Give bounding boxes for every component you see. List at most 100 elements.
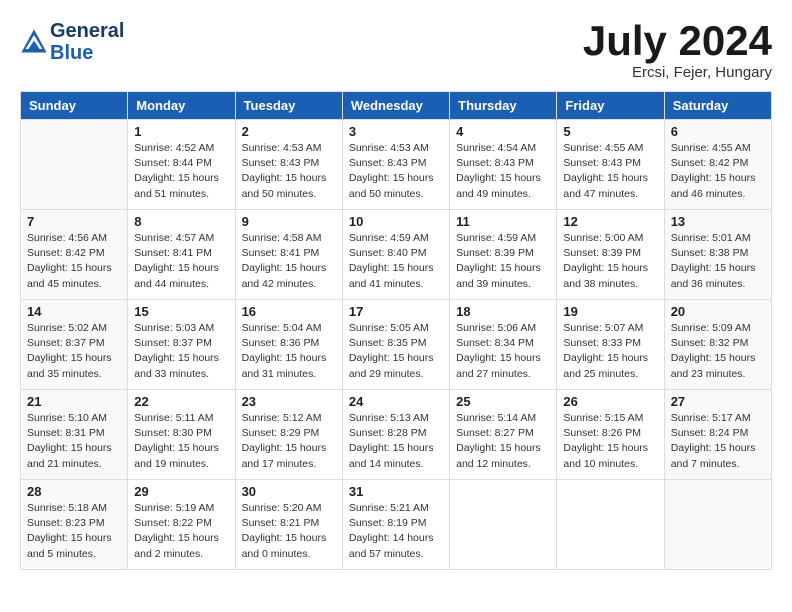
- day-number: 24: [349, 394, 443, 409]
- calendar-cell: [21, 120, 128, 210]
- calendar-cell: 14 Sunrise: 5:02 AM Sunset: 8:37 PM Dayli…: [21, 300, 128, 390]
- day-number: 28: [27, 484, 121, 499]
- col-header-tuesday: Tuesday: [235, 92, 342, 120]
- calendar-cell: 24 Sunrise: 5:13 AM Sunset: 8:28 PM Dayli…: [342, 390, 449, 480]
- day-info: Sunrise: 4:56 AM Sunset: 8:42 PM Dayligh…: [27, 231, 121, 292]
- calendar-week-row: 14 Sunrise: 5:02 AM Sunset: 8:37 PM Dayli…: [21, 300, 772, 390]
- calendar-cell: 31Sunrise: 5:21 AM Sunset: 8:19 PM Dayli…: [342, 480, 449, 570]
- day-info: Sunrise: 4:58 AM Sunset: 8:41 PM Dayligh…: [242, 231, 336, 292]
- day-number: 9: [242, 214, 336, 229]
- day-number: 19: [563, 304, 657, 319]
- day-number: 18: [456, 304, 550, 319]
- calendar-week-row: 7 Sunrise: 4:56 AM Sunset: 8:42 PM Daylig…: [21, 210, 772, 300]
- calendar-cell: 8Sunrise: 4:57 AM Sunset: 8:41 PM Daylig…: [128, 210, 235, 300]
- calendar-cell: 17 Sunrise: 5:05 AM Sunset: 8:35 PM Dayli…: [342, 300, 449, 390]
- calendar-cell: 25 Sunrise: 5:14 AM Sunset: 8:27 PM Dayli…: [450, 390, 557, 480]
- day-info: Sunrise: 5:09 AM Sunset: 8:32 PM Dayligh…: [671, 321, 765, 382]
- col-header-thursday: Thursday: [450, 92, 557, 120]
- day-info: Sunrise: 4:59 AM Sunset: 8:39 PM Dayligh…: [456, 231, 550, 292]
- calendar-cell: 28 Sunrise: 5:18 AM Sunset: 8:23 PM Dayli…: [21, 480, 128, 570]
- day-number: 11: [456, 214, 550, 229]
- calendar-cell: 11 Sunrise: 4:59 AM Sunset: 8:39 PM Dayli…: [450, 210, 557, 300]
- calendar-week-row: 21Sunrise: 5:10 AM Sunset: 8:31 PM Dayli…: [21, 390, 772, 480]
- day-number: 17: [349, 304, 443, 319]
- calendar-cell: 2 Sunrise: 4:53 AM Sunset: 8:43 PM Daylig…: [235, 120, 342, 210]
- day-number: 16: [242, 304, 336, 319]
- day-info: Sunrise: 5:11 AM Sunset: 8:30 PM Dayligh…: [134, 411, 228, 472]
- calendar-cell: 6 Sunrise: 4:55 AM Sunset: 8:42 PM Daylig…: [664, 120, 771, 210]
- day-number: 23: [242, 394, 336, 409]
- calendar-cell: 12Sunrise: 5:00 AM Sunset: 8:39 PM Dayli…: [557, 210, 664, 300]
- calendar-cell: 20Sunrise: 5:09 AM Sunset: 8:32 PM Dayli…: [664, 300, 771, 390]
- day-number: 2: [242, 124, 336, 139]
- calendar-cell: 13 Sunrise: 5:01 AM Sunset: 8:38 PM Dayli…: [664, 210, 771, 300]
- page-header: General Blue July 2024 Ercsi, Fejer, Hun…: [20, 20, 772, 81]
- calendar-cell: 26 Sunrise: 5:15 AM Sunset: 8:26 PM Dayli…: [557, 390, 664, 480]
- calendar-cell: [450, 480, 557, 570]
- calendar-cell: 4Sunrise: 4:54 AM Sunset: 8:43 PM Daylig…: [450, 120, 557, 210]
- day-info: Sunrise: 5:12 AM Sunset: 8:29 PM Dayligh…: [242, 411, 336, 472]
- calendar-cell: 16 Sunrise: 5:04 AM Sunset: 8:36 PM Dayli…: [235, 300, 342, 390]
- day-info: Sunrise: 5:10 AM Sunset: 8:31 PM Dayligh…: [27, 411, 121, 472]
- logo-icon: [20, 28, 48, 56]
- logo-blue: Blue: [50, 42, 124, 64]
- calendar-cell: 19Sunrise: 5:07 AM Sunset: 8:33 PM Dayli…: [557, 300, 664, 390]
- day-info: Sunrise: 5:04 AM Sunset: 8:36 PM Dayligh…: [242, 321, 336, 382]
- col-header-monday: Monday: [128, 92, 235, 120]
- day-info: Sunrise: 5:21 AM Sunset: 8:19 PM Dayligh…: [349, 501, 443, 562]
- calendar-header-row: SundayMondayTuesdayWednesdayThursdayFrid…: [21, 92, 772, 120]
- day-number: 14: [27, 304, 121, 319]
- calendar-cell: 10Sunrise: 4:59 AM Sunset: 8:40 PM Dayli…: [342, 210, 449, 300]
- col-header-wednesday: Wednesday: [342, 92, 449, 120]
- day-info: Sunrise: 5:20 AM Sunset: 8:21 PM Dayligh…: [242, 501, 336, 562]
- day-number: 25: [456, 394, 550, 409]
- calendar-cell: [664, 480, 771, 570]
- calendar-cell: 27Sunrise: 5:17 AM Sunset: 8:24 PM Dayli…: [664, 390, 771, 480]
- calendar-cell: [557, 480, 664, 570]
- calendar-cell: 5Sunrise: 4:55 AM Sunset: 8:43 PM Daylig…: [557, 120, 664, 210]
- day-info: Sunrise: 4:52 AM Sunset: 8:44 PM Dayligh…: [134, 141, 228, 202]
- calendar-cell: 3Sunrise: 4:53 AM Sunset: 8:43 PM Daylig…: [342, 120, 449, 210]
- location-subtitle: Ercsi, Fejer, Hungary: [583, 64, 772, 81]
- day-info: Sunrise: 4:54 AM Sunset: 8:43 PM Dayligh…: [456, 141, 550, 202]
- day-number: 8: [134, 214, 228, 229]
- calendar-cell: 29Sunrise: 5:19 AM Sunset: 8:22 PM Dayli…: [128, 480, 235, 570]
- day-number: 22: [134, 394, 228, 409]
- day-number: 15: [134, 304, 228, 319]
- month-year-title: July 2024: [583, 20, 772, 62]
- day-number: 12: [563, 214, 657, 229]
- day-info: Sunrise: 5:02 AM Sunset: 8:37 PM Dayligh…: [27, 321, 121, 382]
- calendar-cell: 7 Sunrise: 4:56 AM Sunset: 8:42 PM Daylig…: [21, 210, 128, 300]
- day-number: 27: [671, 394, 765, 409]
- day-number: 26: [563, 394, 657, 409]
- col-header-friday: Friday: [557, 92, 664, 120]
- day-info: Sunrise: 5:05 AM Sunset: 8:35 PM Dayligh…: [349, 321, 443, 382]
- day-info: Sunrise: 5:15 AM Sunset: 8:26 PM Dayligh…: [563, 411, 657, 472]
- day-info: Sunrise: 5:18 AM Sunset: 8:23 PM Dayligh…: [27, 501, 121, 562]
- calendar-cell: 9 Sunrise: 4:58 AM Sunset: 8:41 PM Daylig…: [235, 210, 342, 300]
- day-number: 5: [563, 124, 657, 139]
- calendar-cell: 21Sunrise: 5:10 AM Sunset: 8:31 PM Dayli…: [21, 390, 128, 480]
- day-info: Sunrise: 4:53 AM Sunset: 8:43 PM Dayligh…: [349, 141, 443, 202]
- day-info: Sunrise: 5:14 AM Sunset: 8:27 PM Dayligh…: [456, 411, 550, 472]
- day-info: Sunrise: 5:03 AM Sunset: 8:37 PM Dayligh…: [134, 321, 228, 382]
- logo: General Blue: [20, 20, 124, 64]
- day-info: Sunrise: 4:55 AM Sunset: 8:42 PM Dayligh…: [671, 141, 765, 202]
- calendar-cell: 18 Sunrise: 5:06 AM Sunset: 8:34 PM Dayli…: [450, 300, 557, 390]
- day-info: Sunrise: 4:59 AM Sunset: 8:40 PM Dayligh…: [349, 231, 443, 292]
- title-block: July 2024 Ercsi, Fejer, Hungary: [583, 20, 772, 81]
- calendar-cell: 30 Sunrise: 5:20 AM Sunset: 8:21 PM Dayli…: [235, 480, 342, 570]
- day-number: 13: [671, 214, 765, 229]
- day-info: Sunrise: 5:13 AM Sunset: 8:28 PM Dayligh…: [349, 411, 443, 472]
- day-info: Sunrise: 5:06 AM Sunset: 8:34 PM Dayligh…: [456, 321, 550, 382]
- calendar-week-row: 1Sunrise: 4:52 AM Sunset: 8:44 PM Daylig…: [21, 120, 772, 210]
- day-info: Sunrise: 5:01 AM Sunset: 8:38 PM Dayligh…: [671, 231, 765, 292]
- day-number: 30: [242, 484, 336, 499]
- day-number: 6: [671, 124, 765, 139]
- day-number: 7: [27, 214, 121, 229]
- day-info: Sunrise: 4:53 AM Sunset: 8:43 PM Dayligh…: [242, 141, 336, 202]
- calendar-cell: 1Sunrise: 4:52 AM Sunset: 8:44 PM Daylig…: [128, 120, 235, 210]
- calendar-table: SundayMondayTuesdayWednesdayThursdayFrid…: [20, 91, 772, 570]
- calendar-cell: 23 Sunrise: 5:12 AM Sunset: 8:29 PM Dayli…: [235, 390, 342, 480]
- col-header-saturday: Saturday: [664, 92, 771, 120]
